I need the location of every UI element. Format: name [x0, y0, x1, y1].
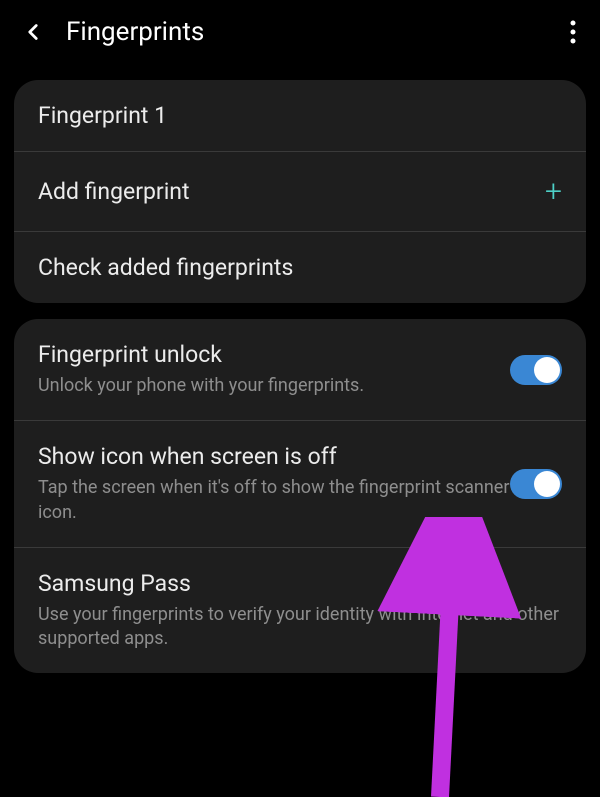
row-subtitle: Unlock your phone with your fingerprints…	[38, 374, 510, 398]
fingerprint-settings-card: Fingerprint unlock Unlock your phone wit…	[14, 319, 586, 673]
row-subtitle: Use your fingerprints to verify your ide…	[38, 603, 562, 652]
row-label: Fingerprint 1	[38, 102, 562, 129]
row-label: Fingerprint unlock	[38, 341, 510, 368]
check-fingerprints-row[interactable]: Check added fingerprints	[14, 232, 586, 303]
add-fingerprint-row[interactable]: Add fingerprint +	[14, 152, 586, 232]
show-icon-row[interactable]: Show icon when screen is off Tap the scr…	[14, 421, 586, 548]
toggle-knob	[534, 471, 560, 497]
samsung-pass-row[interactable]: Samsung Pass Use your fingerprints to ve…	[14, 548, 586, 674]
row-label: Check added fingerprints	[38, 254, 562, 281]
app-header: Fingerprints	[0, 0, 600, 64]
more-vert-icon	[570, 20, 576, 44]
show-icon-toggle[interactable]	[510, 469, 562, 499]
back-button[interactable]	[20, 19, 46, 45]
toggle-knob	[534, 357, 560, 383]
row-label: Show icon when screen is off	[38, 443, 510, 470]
plus-icon: +	[545, 174, 562, 209]
more-options-button[interactable]	[566, 16, 580, 48]
row-label: Add fingerprint	[38, 178, 545, 205]
row-label: Samsung Pass	[38, 570, 562, 597]
chevron-left-icon	[20, 19, 46, 45]
page-title: Fingerprints	[66, 17, 546, 47]
fingerprint-item[interactable]: Fingerprint 1	[14, 80, 586, 152]
fingerprint-list-card: Fingerprint 1 Add fingerprint + Check ad…	[14, 80, 586, 303]
row-subtitle: Tap the screen when it's off to show the…	[38, 476, 510, 525]
fingerprint-unlock-row[interactable]: Fingerprint unlock Unlock your phone wit…	[14, 319, 586, 421]
fingerprint-unlock-toggle[interactable]	[510, 355, 562, 385]
